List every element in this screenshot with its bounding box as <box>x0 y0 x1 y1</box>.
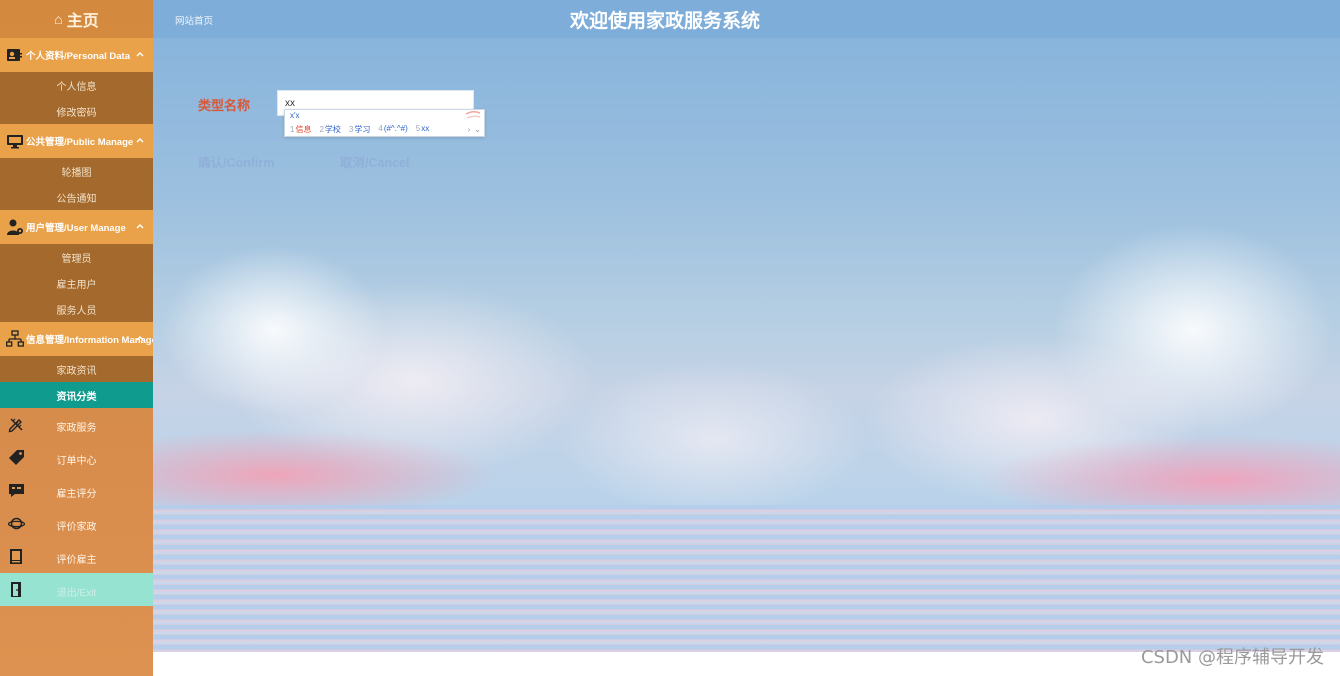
watermark-text: CSDN @程序辅导开发 <box>1140 647 1324 668</box>
ime-candidate-popup: x'x 1信息 2学校 3学习 4(#^.^#) 5xx › ⌄ <box>284 109 485 137</box>
monitor-icon <box>7 135 23 149</box>
ime-candidate[interactable]: 3学习 <box>349 124 370 135</box>
sidebar-group-public-manage[interactable]: 公共管理/Public Manage <box>0 124 153 158</box>
user-card-icon <box>7 49 22 61</box>
sidebar-item-change-password[interactable]: 修改密码 <box>0 98 153 124</box>
submenu-personal-data: 个人信息 修改密码 <box>0 72 153 124</box>
background-decoration <box>153 405 673 515</box>
sidebar-item-order-center[interactable]: 订单中心 <box>0 441 153 474</box>
sidebar-home-label: 主页 <box>66 13 99 30</box>
sidebar-item-employer-rating[interactable]: 雇主评分 <box>0 474 153 507</box>
chevron-up-icon <box>136 336 144 341</box>
ime-expand-icon[interactable]: ⌄ <box>474 125 481 134</box>
chevron-up-icon <box>136 52 144 57</box>
sidebar-item-review-housekeeping[interactable]: 评价家政 <box>0 507 153 540</box>
sidebar-home[interactable]: ⌂ 主页 <box>0 0 153 38</box>
sidebar-item-label: 评价家政 <box>56 522 97 533</box>
hierarchy-icon <box>6 330 24 347</box>
sidebar-item-label: 家政服务 <box>56 423 97 434</box>
sidebar-item-label: 订单中心 <box>56 456 97 467</box>
sidebar-item-admins[interactable]: 管理员 <box>0 244 153 270</box>
submenu-public-manage: 轮播图 公告通知 <box>0 158 153 210</box>
category-name-label: 类型名称 <box>198 98 251 113</box>
sidebar-item-news-category[interactable]: 资讯分类 <box>0 382 153 408</box>
sidebar: ⌂ 主页 个人资料/Personal Data 个人信息 修改密码 公共管理/P… <box>0 0 153 676</box>
ime-candidate-list: 1信息 2学校 3学习 4(#^.^#) 5xx <box>290 124 429 135</box>
confirm-button[interactable]: 确认/Confirm <box>198 152 274 171</box>
ime-logo-icon <box>465 110 481 119</box>
ime-candidate[interactable]: 4(#^.^#) <box>378 124 407 135</box>
sidebar-item-service-staff[interactable]: 服务人员 <box>0 296 153 322</box>
sidebar-group-label: 公共管理/Public Manage <box>26 137 134 148</box>
sidebar-item-employers[interactable]: 雇主用户 <box>0 270 153 296</box>
sidebar-item-label: 评价雇主 <box>56 555 97 566</box>
background-water <box>153 505 1340 652</box>
sidebar-group-label: 个人资料/Personal Data <box>26 51 130 62</box>
chevron-up-icon <box>136 224 144 229</box>
sidebar-item-label: 雇主评分 <box>56 489 97 500</box>
submenu-user-manage: 管理员 雇主用户 服务人员 <box>0 244 153 322</box>
sidebar-group-user-manage[interactable]: 用户管理/User Manage <box>0 210 153 244</box>
ime-candidate[interactable]: 2学校 <box>319 124 340 135</box>
sidebar-group-information-manage[interactable]: 信息管理/Information Manage <box>0 322 153 356</box>
main-content: 网站首页 欢迎使用家政服务系统 类型名称 x'x 1信息 2学校 3学习 4(#… <box>153 0 1340 652</box>
sidebar-group-label: 用户管理/User Manage <box>26 223 126 234</box>
submenu-information-manage: 家政资讯 资讯分类 <box>0 356 153 408</box>
sidebar-item-news[interactable]: 家政资讯 <box>0 356 153 382</box>
sidebar-group-personal-data[interactable]: 个人资料/Personal Data <box>0 38 153 72</box>
ime-composition: x'x <box>290 111 300 120</box>
chevron-up-icon <box>136 138 144 143</box>
sidebar-item-exit[interactable]: 退出/Exit <box>0 573 153 606</box>
ime-next-page-icon[interactable]: › <box>468 125 471 134</box>
sidebar-item-notices[interactable]: 公告通知 <box>0 184 153 210</box>
sidebar-item-label: 退出/Exit <box>56 588 97 599</box>
sidebar-item-review-employer[interactable]: 评价雇主 <box>0 540 153 573</box>
cancel-button[interactable]: 取消/Cancel <box>340 152 409 171</box>
page-title: 欢迎使用家政服务系统 <box>569 11 760 32</box>
ime-nav: › ⌄ <box>468 125 481 134</box>
home-icon: ⌂ <box>54 11 63 27</box>
ime-candidate[interactable]: 1信息 <box>290 124 311 135</box>
user-gear-icon <box>7 219 23 235</box>
ime-candidate[interactable]: 5xx <box>416 124 429 135</box>
sidebar-item-profile[interactable]: 个人信息 <box>0 72 153 98</box>
sidebar-item-carousel[interactable]: 轮播图 <box>0 158 153 184</box>
sidebar-group-label: 信息管理/Information Manage <box>26 335 153 346</box>
sidebar-item-housekeeping-service[interactable]: 家政服务 <box>0 408 153 441</box>
